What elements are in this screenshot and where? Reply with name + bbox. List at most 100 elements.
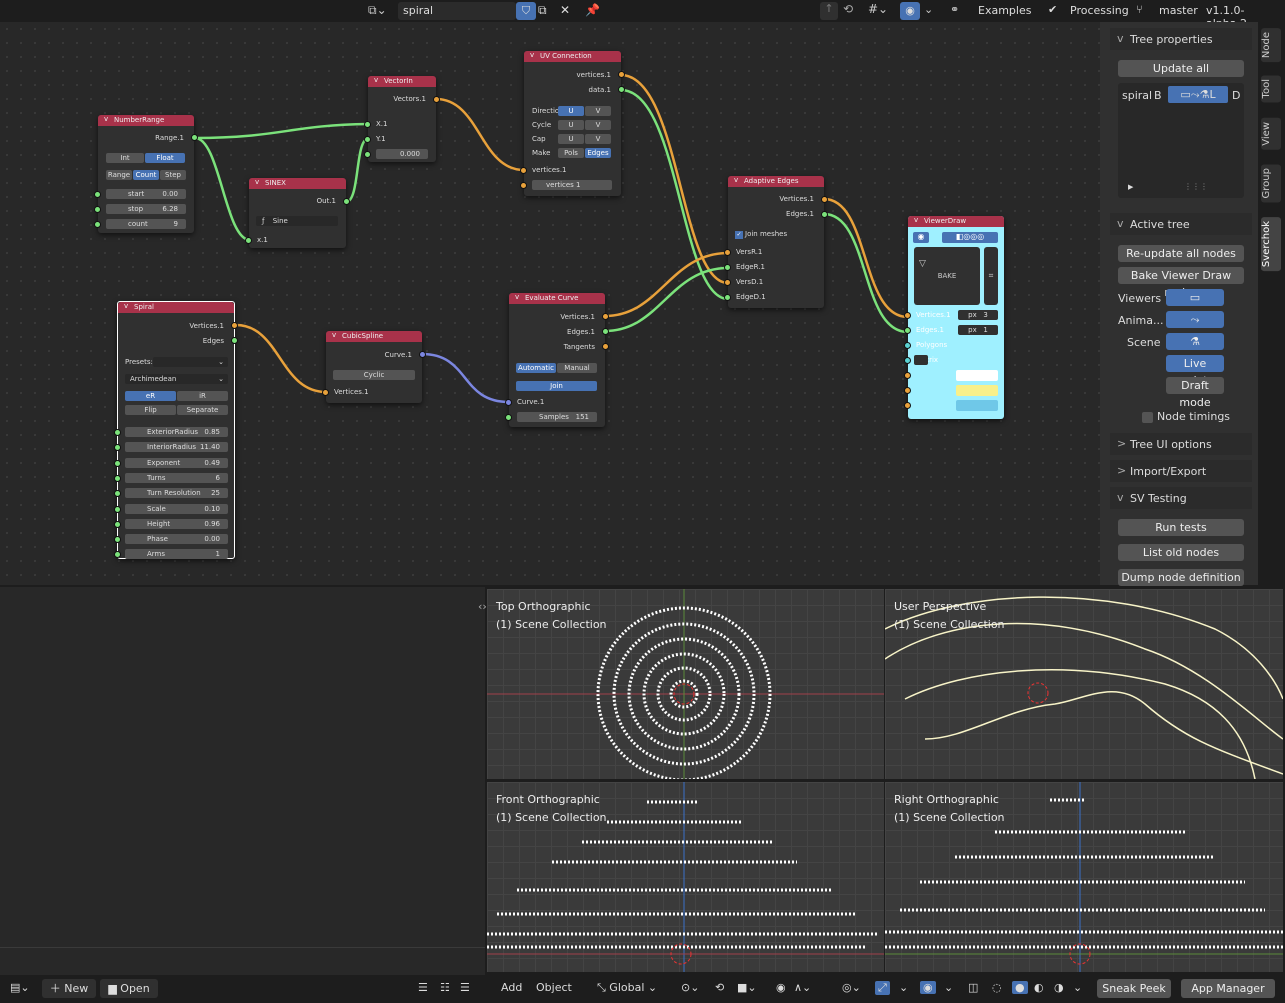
fake-user-shield-icon[interactable]: ⛉ bbox=[516, 2, 536, 20]
check-icon[interactable]: ✔ bbox=[1048, 3, 1057, 16]
node-header[interactable]: VectorIn bbox=[368, 76, 436, 87]
snap-icon[interactable]: ⟲ bbox=[843, 2, 853, 16]
node-header[interactable]: NumberRange bbox=[98, 115, 194, 126]
syntax-icon[interactable]: ☰ bbox=[460, 981, 470, 994]
sv-testing-section[interactable]: SV Testing bbox=[1110, 487, 1252, 509]
parent-up-icon[interactable]: ↑ bbox=[820, 2, 838, 20]
color-socket[interactable] bbox=[904, 387, 911, 394]
output-socket[interactable] bbox=[602, 343, 609, 350]
node-header[interactable]: SINEX bbox=[249, 178, 346, 189]
float-button[interactable]: Float bbox=[145, 153, 185, 163]
add-menu[interactable]: Add bbox=[501, 981, 522, 994]
overlay-icon[interactable]: ◉ bbox=[900, 2, 920, 20]
falloff-icon[interactable]: ∧⌄ bbox=[794, 981, 811, 994]
spiral-param-field[interactable]: Arms 1 bbox=[125, 549, 228, 560]
output-socket[interactable] bbox=[231, 337, 238, 344]
spiral-param-field[interactable]: Exponent 0.49 bbox=[125, 457, 228, 468]
input-socket[interactable] bbox=[724, 264, 731, 271]
tab-node[interactable]: Node bbox=[1261, 28, 1281, 63]
scene-toggle[interactable]: ⚗ bbox=[1166, 333, 1224, 350]
tab-sverchok[interactable]: Sverchok bbox=[1261, 217, 1281, 272]
output-socket[interactable] bbox=[433, 96, 440, 103]
draft-mode-toggle[interactable]: Draft mode bbox=[1166, 377, 1224, 409]
input-socket[interactable] bbox=[114, 551, 121, 559]
color-socket[interactable] bbox=[904, 372, 911, 379]
tree-ui-options-section[interactable]: Tree UI options bbox=[1110, 433, 1252, 455]
input-socket[interactable] bbox=[364, 136, 371, 143]
ir-button[interactable]: iR bbox=[177, 391, 228, 401]
solid-shading-icon[interactable]: ● bbox=[1012, 981, 1028, 994]
input-socket[interactable] bbox=[114, 429, 121, 436]
spiral-param-field[interactable]: InteriorRadius 11.40 bbox=[125, 442, 228, 453]
transform-orientation-select[interactable]: ⤡ Global ⌄ bbox=[597, 981, 657, 995]
output-socket[interactable] bbox=[231, 322, 238, 329]
open-button[interactable]: ▆ Open bbox=[100, 979, 158, 998]
input-socket[interactable] bbox=[114, 536, 121, 544]
examples-menu[interactable]: Examples bbox=[978, 4, 1031, 17]
spiral-param-field[interactable]: Scale 0.10 bbox=[125, 503, 228, 514]
join-button[interactable]: Join bbox=[516, 381, 597, 391]
z-field[interactable]: 0.000 bbox=[376, 149, 428, 159]
reupdate-button[interactable]: Re-update all nodes bbox=[1118, 245, 1244, 262]
viewport-perspective[interactable]: User Perspective (1) Scene Collection bbox=[885, 589, 1283, 779]
cycle-u-button[interactable]: U bbox=[558, 120, 584, 130]
spiral-param-field[interactable]: Phase 0.00 bbox=[125, 534, 228, 545]
app-manager-button[interactable]: App Manager bbox=[1181, 979, 1275, 998]
output-socket[interactable] bbox=[419, 351, 426, 358]
snap-target-icon[interactable]: ■⌄ bbox=[737, 981, 757, 994]
output-socket[interactable] bbox=[821, 211, 828, 218]
separate-button[interactable]: Separate bbox=[177, 405, 228, 415]
input-socket[interactable] bbox=[114, 474, 121, 482]
input-socket[interactable] bbox=[114, 505, 121, 513]
resize-grip-icon[interactable]: ⋮⋮⋮ bbox=[1184, 182, 1208, 191]
overlay-dropdown-icon[interactable]: ⌄ bbox=[944, 981, 953, 994]
cycle-v-button[interactable]: V bbox=[585, 120, 611, 130]
input-socket[interactable] bbox=[724, 279, 731, 286]
output-socket[interactable] bbox=[618, 71, 625, 78]
node-spiral[interactable]: Spiral Vertices.1 Edges Presets: ⌄ Archi… bbox=[114, 301, 238, 560]
tree-row-icons[interactable]: ▭⤳⚗L bbox=[1168, 86, 1228, 103]
input-socket[interactable] bbox=[94, 221, 101, 228]
bounds-icon[interactable]: ⌗ bbox=[984, 247, 998, 305]
input-socket[interactable] bbox=[904, 327, 911, 334]
point-size-field[interactable]: px 3 bbox=[958, 310, 998, 320]
snap-icon[interactable]: ⟲ bbox=[715, 981, 724, 994]
spiral-param-field[interactable]: Turns 6 bbox=[125, 472, 228, 483]
active-tree-section[interactable]: Active tree bbox=[1110, 213, 1252, 235]
range-button[interactable]: Range bbox=[106, 170, 132, 180]
input-socket[interactable] bbox=[520, 182, 527, 189]
flip-button[interactable]: Flip bbox=[125, 405, 176, 415]
node-header[interactable]: ViewerDraw bbox=[908, 216, 1004, 227]
tree-row-name[interactable]: spiral bbox=[1122, 89, 1152, 102]
tab-tool[interactable]: Tool bbox=[1261, 75, 1281, 103]
node-evaluatecurve[interactable]: Evaluate Curve Vertices.1 Edges.1 Tangen… bbox=[505, 293, 609, 427]
viewport-right[interactable]: Right Orthographic (1) Scene Collection bbox=[885, 782, 1283, 972]
display-mode-icons[interactable]: ◧◎◎◎ bbox=[942, 232, 998, 243]
node-vectorin[interactable]: VectorIn Vectors.1 X.1 Y.1 0.000 bbox=[364, 76, 440, 162]
viewport-top[interactable]: Top Orthographic (1) Scene Collection bbox=[487, 589, 884, 779]
node-sinex[interactable]: SINEX Out.1 ƒ Sine x.1 bbox=[245, 178, 350, 248]
start-field[interactable]: start 0.00 bbox=[106, 189, 186, 199]
tree-row-b[interactable]: B bbox=[1154, 89, 1162, 102]
output-socket[interactable] bbox=[191, 134, 198, 141]
manual-button[interactable]: Manual bbox=[557, 363, 597, 373]
input-socket[interactable] bbox=[114, 444, 121, 452]
sneak-peek-button[interactable]: Sneak Peek bbox=[1097, 979, 1171, 998]
presets-select[interactable]: ⌄ bbox=[153, 357, 228, 367]
visibility-icon[interactable]: ◎⌄ bbox=[842, 981, 861, 994]
list-old-nodes-button[interactable]: List old nodes bbox=[1118, 544, 1244, 561]
output-socket[interactable] bbox=[821, 196, 828, 203]
node-tree-icon[interactable]: ⧉⌄ bbox=[368, 3, 387, 18]
word-wrap-icon[interactable]: ☷ bbox=[440, 981, 450, 994]
node-numberrange[interactable]: NumberRange Range.1 Int Float Range Coun… bbox=[94, 115, 198, 233]
make-pols-button[interactable]: Pols bbox=[558, 148, 584, 158]
input-socket[interactable] bbox=[322, 389, 329, 396]
face-color-swatch[interactable] bbox=[956, 400, 998, 411]
input-socket[interactable] bbox=[904, 342, 911, 349]
node-uvconnection[interactable]: UV Connection vertices.1 data.1 Directio… bbox=[520, 51, 625, 196]
viewport-front[interactable]: Front Orthographic (1) Scene Collection bbox=[487, 782, 884, 972]
tab-group[interactable]: Group bbox=[1261, 164, 1281, 203]
node-header[interactable]: Adaptive Edges bbox=[728, 176, 824, 187]
node-header[interactable]: Spiral bbox=[118, 302, 234, 313]
update-all-button[interactable]: Update all bbox=[1118, 60, 1244, 77]
